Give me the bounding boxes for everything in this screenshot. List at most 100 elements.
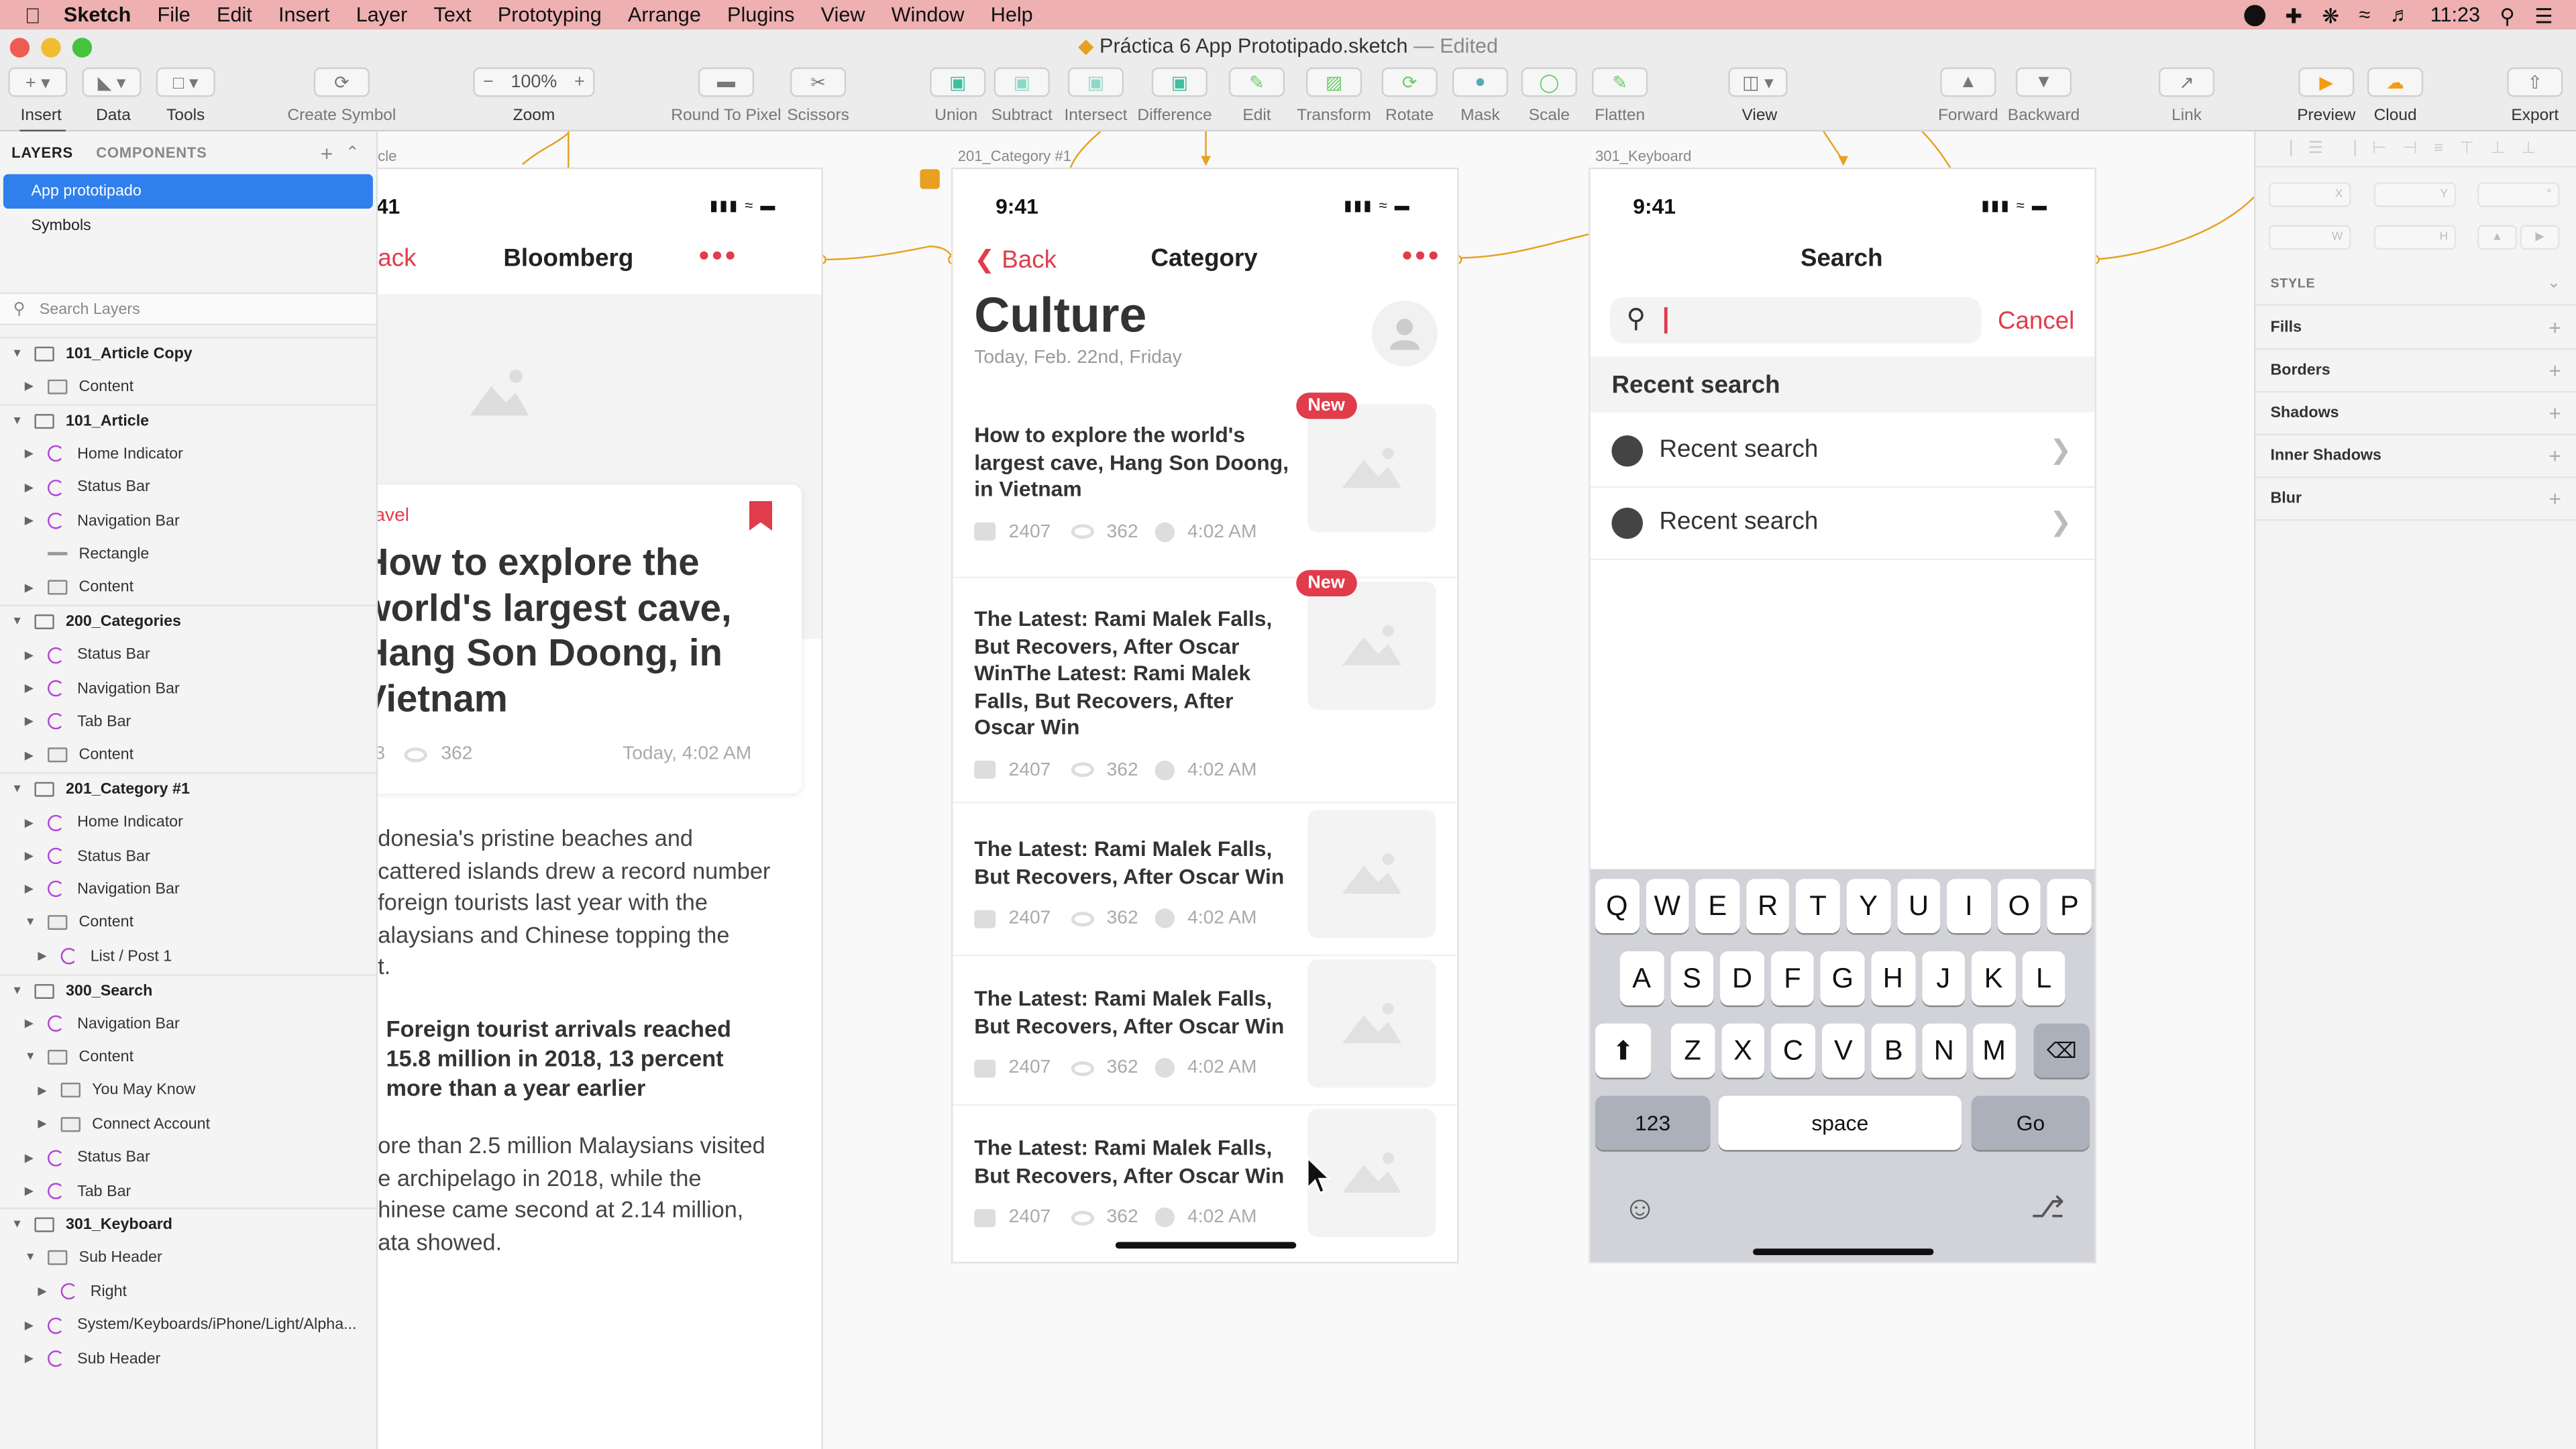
difference-button[interactable]: ▣ bbox=[1151, 67, 1208, 97]
page-item-app-prototipado[interactable]: App prototipado bbox=[3, 174, 373, 209]
style-section-shadows[interactable]: Shadows + bbox=[2255, 392, 2576, 435]
intersect-button[interactable]: ▣ bbox=[1067, 67, 1124, 97]
key-g[interactable]: G bbox=[1821, 951, 1865, 1006]
align-hcenter-icon[interactable]: ⊢ bbox=[2372, 140, 2386, 158]
add-icon[interactable]: + bbox=[2548, 401, 2561, 426]
layer-row[interactable]: ▶ Navigation Bar bbox=[0, 504, 376, 537]
disclosure-open-icon[interactable]: ▼ bbox=[25, 917, 38, 928]
disclosure-icon[interactable]: ▶ bbox=[25, 581, 38, 594]
key-h[interactable]: H bbox=[1871, 951, 1915, 1006]
key-c[interactable]: C bbox=[1771, 1023, 1815, 1078]
artboard-article[interactable]: 41 ▮▮▮ ≈ ▬ ack Bloomberg avel How to exp… bbox=[378, 169, 822, 1449]
key-f[interactable]: F bbox=[1770, 951, 1815, 1006]
disclosure-icon[interactable]: ▶ bbox=[38, 1118, 51, 1130]
key-y[interactable]: Y bbox=[1846, 879, 1890, 934]
disclosure-icon[interactable]: ▶ bbox=[25, 515, 38, 527]
post-title[interactable]: How to explore the world's largest cave, … bbox=[974, 422, 1296, 503]
key-m[interactable]: M bbox=[1972, 1023, 2017, 1078]
control-center-icon[interactable]: ☰ bbox=[2534, 3, 2553, 28]
add-icon[interactable]: + bbox=[2548, 358, 2561, 383]
article-card[interactable]: avel How to explore the world's largest c… bbox=[378, 484, 802, 794]
disclosure-icon[interactable]: ▶ bbox=[25, 816, 38, 829]
post-title[interactable]: The Latest: Rami Malek Falls, But Recover… bbox=[974, 837, 1296, 891]
menu-prototyping[interactable]: Prototyping bbox=[498, 3, 602, 26]
align-middle-icon[interactable]: ⊥ bbox=[2491, 140, 2505, 158]
disclosure-icon[interactable]: ▶ bbox=[25, 1185, 38, 1197]
layer-row[interactable]: ▶ Tab Bar bbox=[0, 706, 376, 739]
key-u[interactable]: U bbox=[1896, 879, 1941, 934]
disclosure-open-icon[interactable]: ▼ bbox=[11, 415, 25, 427]
collapse-pages-icon[interactable]: ⌃ bbox=[345, 144, 360, 162]
plugin-icon[interactable]: ✚ bbox=[2285, 3, 2302, 28]
more-icon[interactable] bbox=[700, 251, 735, 260]
scissors-button[interactable]: ✂ bbox=[790, 67, 847, 97]
post-title[interactable]: The Latest: Rami Malek Falls, But Recover… bbox=[974, 606, 1296, 742]
add-page-icon[interactable]: + bbox=[321, 140, 333, 165]
layer-row[interactable]: ▶ Content bbox=[0, 739, 376, 772]
post-title[interactable]: The Latest: Rami Malek Falls, But Recover… bbox=[974, 1135, 1296, 1189]
bookmark-icon[interactable] bbox=[749, 500, 773, 531]
layer-row[interactable]: ▶ Right bbox=[0, 1275, 376, 1308]
wifi-icon[interactable]: ≈ bbox=[2359, 3, 2370, 26]
disclosure-icon[interactable]: ▶ bbox=[25, 883, 38, 896]
distribute-icon[interactable]: ≡ bbox=[2434, 140, 2443, 158]
disclosure-open-icon[interactable]: ▼ bbox=[11, 985, 25, 996]
post-title[interactable]: The Latest: Rami Malek Falls, But Recover… bbox=[974, 985, 1296, 1040]
align-top-icon[interactable]: ⊤ bbox=[2460, 140, 2474, 158]
layer-row[interactable]: ▶ Connect Account bbox=[0, 1108, 376, 1140]
forward-button[interactable]: ▲ bbox=[1940, 67, 1996, 97]
disclosure-icon[interactable]: ▶ bbox=[25, 1319, 38, 1332]
style-section-fills[interactable]: Fills + bbox=[2255, 307, 2576, 350]
key-z[interactable]: Z bbox=[1670, 1023, 1715, 1078]
align-center-icon[interactable]: ☰ bbox=[2308, 140, 2323, 158]
layer-row[interactable]: ▶ Status Bar bbox=[0, 471, 376, 504]
key-r[interactable]: R bbox=[1746, 879, 1790, 934]
key-x[interactable]: X bbox=[1721, 1023, 1765, 1078]
tab-layers[interactable]: LAYERS bbox=[11, 145, 73, 161]
rotation-field[interactable]: ° bbox=[2477, 182, 2560, 207]
canvas[interactable]: cle 41 ▮▮▮ ≈ ▬ ack Bloomberg avel How to… bbox=[378, 131, 2255, 1449]
zoom-in-button[interactable]: + bbox=[574, 72, 585, 92]
disclosure-open-icon[interactable]: ▼ bbox=[11, 348, 25, 360]
layer-row[interactable]: ▼ Sub Header bbox=[0, 1242, 376, 1275]
disclosure-icon[interactable]: ▶ bbox=[25, 380, 38, 393]
disclosure-icon[interactable]: ▶ bbox=[25, 481, 38, 494]
more-icon[interactable] bbox=[1403, 251, 1438, 260]
layer-row[interactable]: ▶ Navigation Bar bbox=[0, 672, 376, 705]
align-right-icon[interactable]: ⎹ bbox=[2339, 140, 2355, 158]
menu-app[interactable]: Sketch bbox=[64, 3, 131, 26]
y-field[interactable]: Y bbox=[2373, 182, 2457, 207]
artboard-label-keyboard[interactable]: 301_Keyboard bbox=[1595, 148, 1691, 164]
disclosure-open-icon[interactable]: ▼ bbox=[11, 1220, 25, 1231]
union-button[interactable]: ▣ bbox=[930, 67, 986, 97]
layer-row[interactable]: ▶ Sub Header bbox=[0, 1342, 376, 1375]
disclosure-open-icon[interactable]: ▼ bbox=[25, 1051, 38, 1063]
subtract-button[interactable]: ▣ bbox=[994, 67, 1050, 97]
layer-row[interactable]: ▶ Status Bar bbox=[0, 639, 376, 672]
key-d[interactable]: D bbox=[1720, 951, 1764, 1006]
data-button[interactable]: ◣ ▾ bbox=[82, 67, 142, 97]
backspace-key[interactable]: ⌫ bbox=[2033, 1023, 2090, 1078]
go-key[interactable]: Go bbox=[1971, 1095, 2090, 1150]
cancel-button[interactable]: Cancel bbox=[1998, 307, 2074, 335]
flatten-button[interactable]: ✎ bbox=[1592, 67, 1648, 97]
key-i[interactable]: I bbox=[1947, 879, 1991, 934]
width-field[interactable]: W bbox=[2269, 225, 2351, 250]
menu-insert[interactable]: Insert bbox=[278, 3, 330, 26]
layer-row[interactable]: ▶ Navigation Bar bbox=[0, 1007, 376, 1040]
layer-row[interactable]: ▶ Status Bar bbox=[0, 1141, 376, 1174]
disclosure-icon[interactable]: ▶ bbox=[38, 1084, 51, 1097]
flip-h-icon[interactable]: ▲ bbox=[2477, 225, 2517, 250]
layer-row[interactable]: ▶ List / Post 1 bbox=[0, 940, 376, 973]
layer-row[interactable]: ▼ 301_Keyboard bbox=[0, 1208, 376, 1241]
key-e[interactable]: E bbox=[1695, 879, 1739, 934]
clock[interactable]: 11:23 bbox=[2430, 3, 2480, 26]
key-o[interactable]: O bbox=[1997, 879, 2041, 934]
layer-row[interactable]: ▼ Content bbox=[0, 906, 376, 939]
layer-row[interactable]: ▶ Navigation Bar bbox=[0, 873, 376, 906]
key-l[interactable]: L bbox=[2022, 951, 2066, 1006]
align-left-icon[interactable]: ⎹ bbox=[2275, 140, 2292, 158]
settings-icon[interactable]: ❋ bbox=[2322, 3, 2339, 28]
back-link[interactable]: ack bbox=[378, 245, 416, 273]
artboard-label-article[interactable]: cle bbox=[378, 148, 396, 164]
